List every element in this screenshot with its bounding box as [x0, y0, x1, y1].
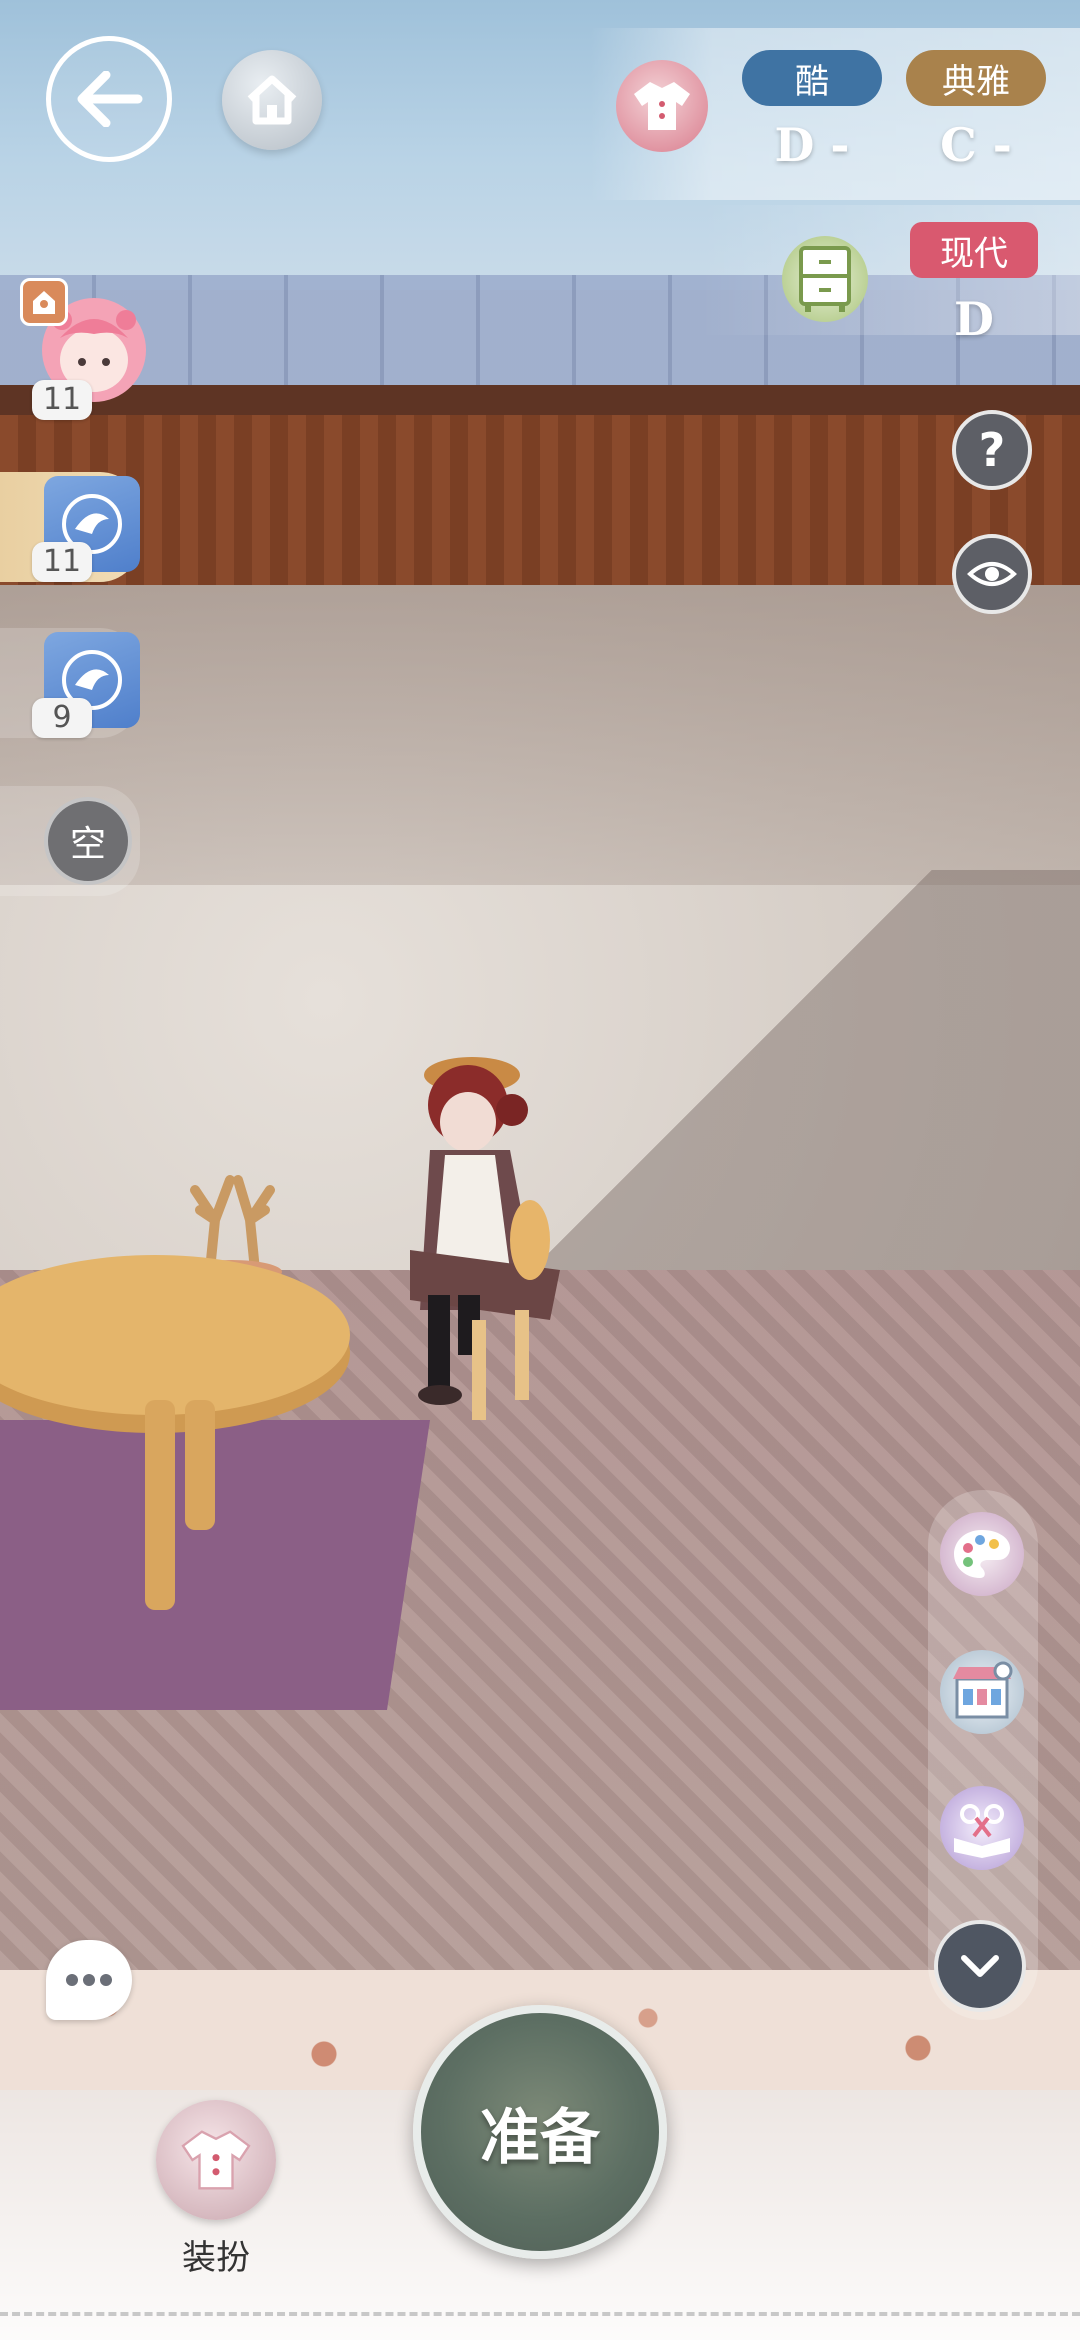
view-toggle-button[interactable] — [952, 534, 1032, 614]
palette-icon — [954, 1530, 1010, 1578]
craft-button[interactable] — [940, 1786, 1024, 1870]
shirt-icon — [634, 82, 690, 130]
side-slot-empty[interactable]: 空 — [0, 786, 140, 896]
paint-button[interactable] — [940, 1512, 1024, 1596]
ceiling-beam — [0, 385, 1080, 585]
side-slot-avatar[interactable]: 11 — [0, 270, 150, 420]
rating-grade-cool: D - — [774, 118, 850, 172]
table-leg — [145, 1400, 175, 1610]
rating-tag-cool: 酷 — [742, 50, 882, 106]
beam-edge — [0, 385, 1080, 415]
dress-up-button[interactable] — [156, 2100, 276, 2220]
rating-tag-elegant: 典雅 — [906, 50, 1046, 106]
slot-count: 11 — [32, 542, 92, 582]
shirt-icon — [181, 2130, 251, 2190]
help-button[interactable]: ? — [952, 410, 1032, 490]
wall-shadow — [0, 585, 1080, 885]
slot-count: 9 — [32, 698, 92, 738]
cabinet-icon — [799, 246, 851, 312]
character-figure — [410, 1057, 560, 1420]
house-badge-icon — [20, 278, 68, 326]
dress-up-label: 装扮 — [182, 2238, 250, 2278]
home-button[interactable] — [222, 50, 322, 150]
clothing-rating-icon — [616, 60, 708, 152]
scissors-book-icon — [954, 1804, 1010, 1858]
purple-rug — [0, 1420, 430, 1710]
arrow-left-icon — [77, 71, 143, 127]
dashed-divider — [0, 2312, 1080, 2316]
eye-icon — [967, 562, 1017, 586]
side-slot-2[interactable]: 9 — [0, 628, 140, 738]
collapse-button[interactable] — [934, 1920, 1026, 2012]
chat-button[interactable] — [46, 1940, 132, 2020]
side-slot-1[interactable]: 11 — [0, 472, 140, 582]
rating-tag-modern: 现代 — [910, 222, 1038, 278]
rating-grade-modern: D — [954, 292, 994, 346]
furniture-rating-icon — [782, 236, 868, 322]
table-leg — [185, 1400, 215, 1530]
ready-label: 准备 — [480, 2102, 600, 2173]
chevron-down-icon — [961, 1955, 999, 1977]
back-button[interactable] — [46, 36, 172, 162]
chat-bubble-icon — [66, 1974, 112, 1986]
shop-icon — [953, 1661, 1013, 1719]
house-icon — [247, 75, 297, 125]
wall-shadow-diagonal — [520, 870, 1080, 1290]
room-scene — [0, 0, 1080, 2340]
rating-grade-elegant: C - — [940, 118, 1012, 172]
empty-slot-label: 空 — [44, 797, 132, 885]
shop-button[interactable] — [940, 1650, 1024, 1734]
ready-button[interactable]: 准备 — [413, 2005, 667, 2259]
slot-count: 11 — [32, 380, 92, 420]
